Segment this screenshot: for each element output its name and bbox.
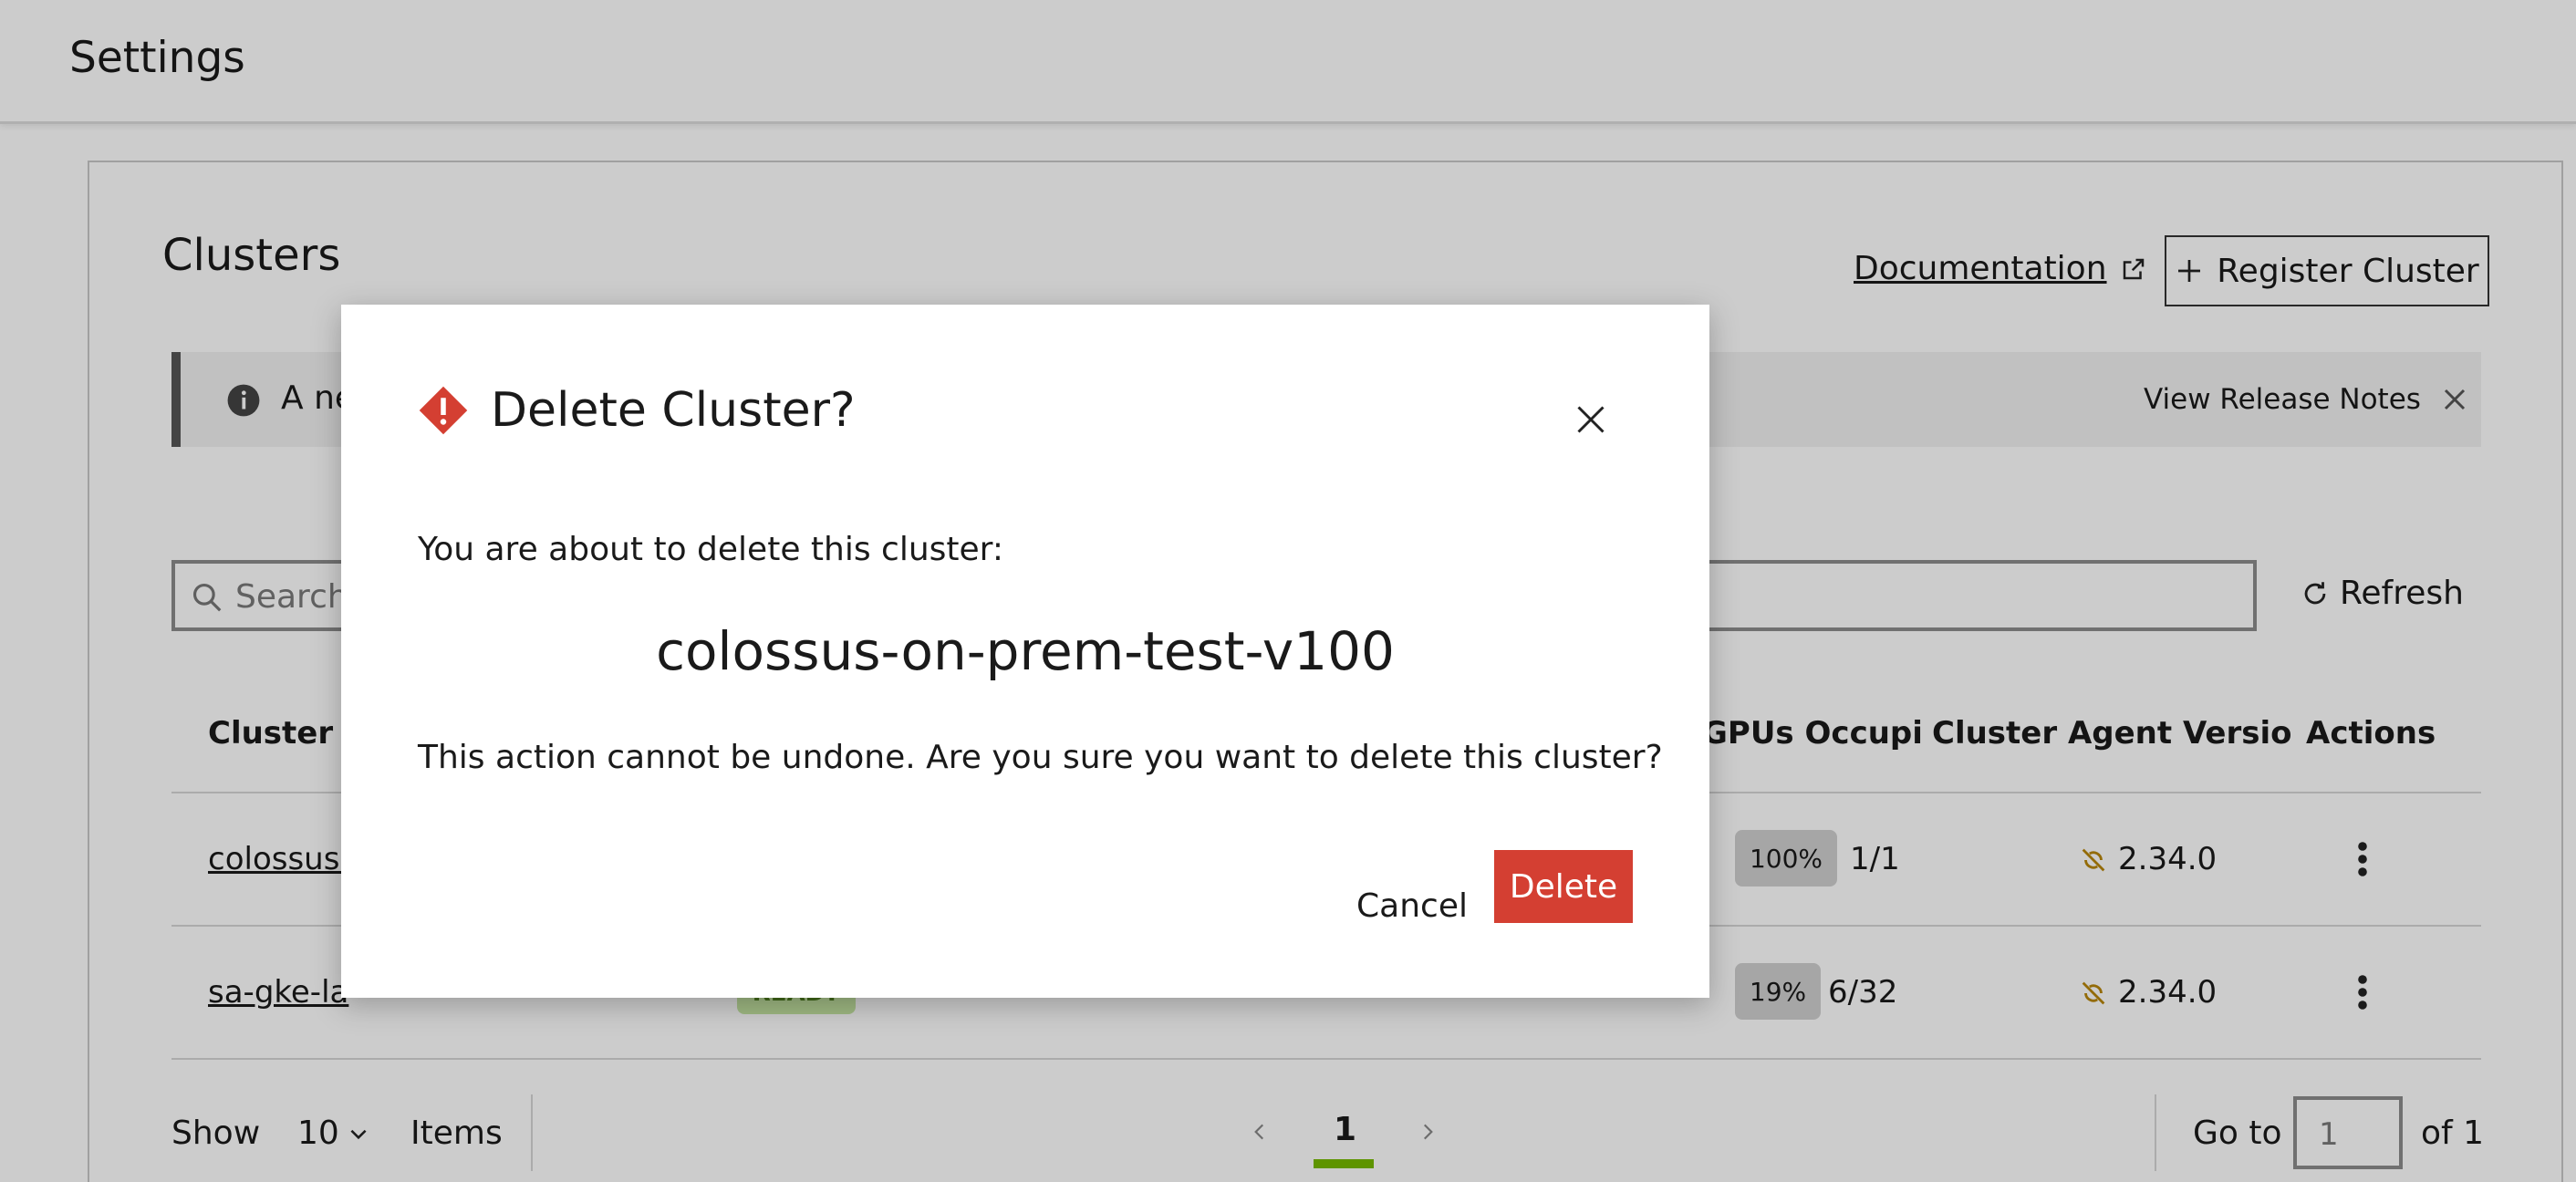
- delete-cluster-dialog: Delete Cluster? You are about to delete …: [341, 305, 1709, 998]
- close-icon[interactable]: [1574, 403, 1607, 436]
- dialog-title: Delete Cluster?: [491, 383, 856, 438]
- dialog-warning-text: This action cannot be undone. Are you su…: [418, 739, 1663, 776]
- warning-icon: [419, 386, 468, 435]
- cancel-button[interactable]: Cancel: [1330, 870, 1494, 941]
- delete-button[interactable]: Delete: [1494, 850, 1633, 923]
- dialog-lead-text: You are about to delete this cluster:: [418, 531, 1003, 568]
- cluster-name: colossus-on-prem-test-v100: [656, 620, 1395, 682]
